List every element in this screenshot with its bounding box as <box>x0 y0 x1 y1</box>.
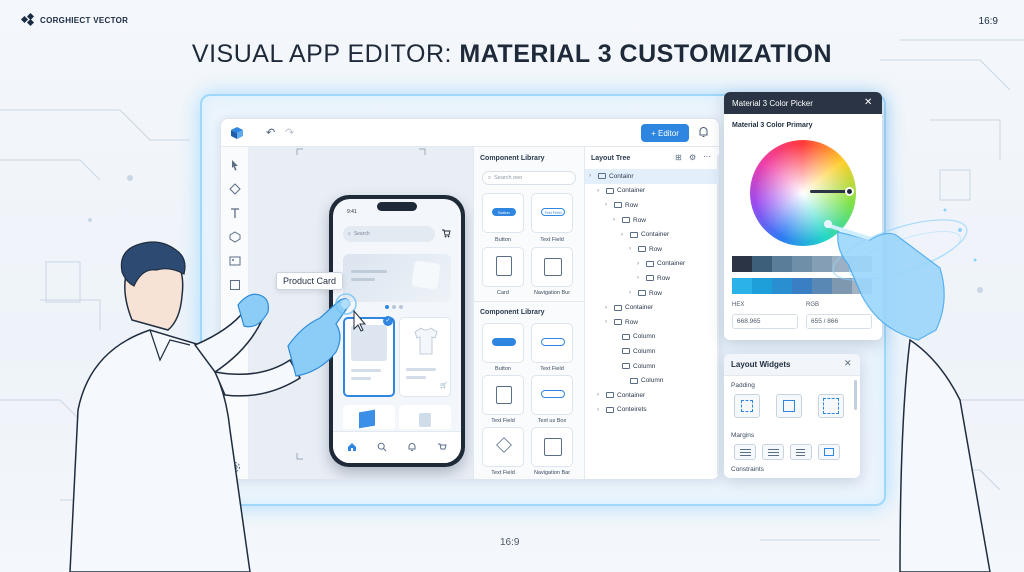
aspect-ratio-label-bottom: 16:9 <box>500 537 520 548</box>
right-hand-illustration <box>824 208 991 572</box>
